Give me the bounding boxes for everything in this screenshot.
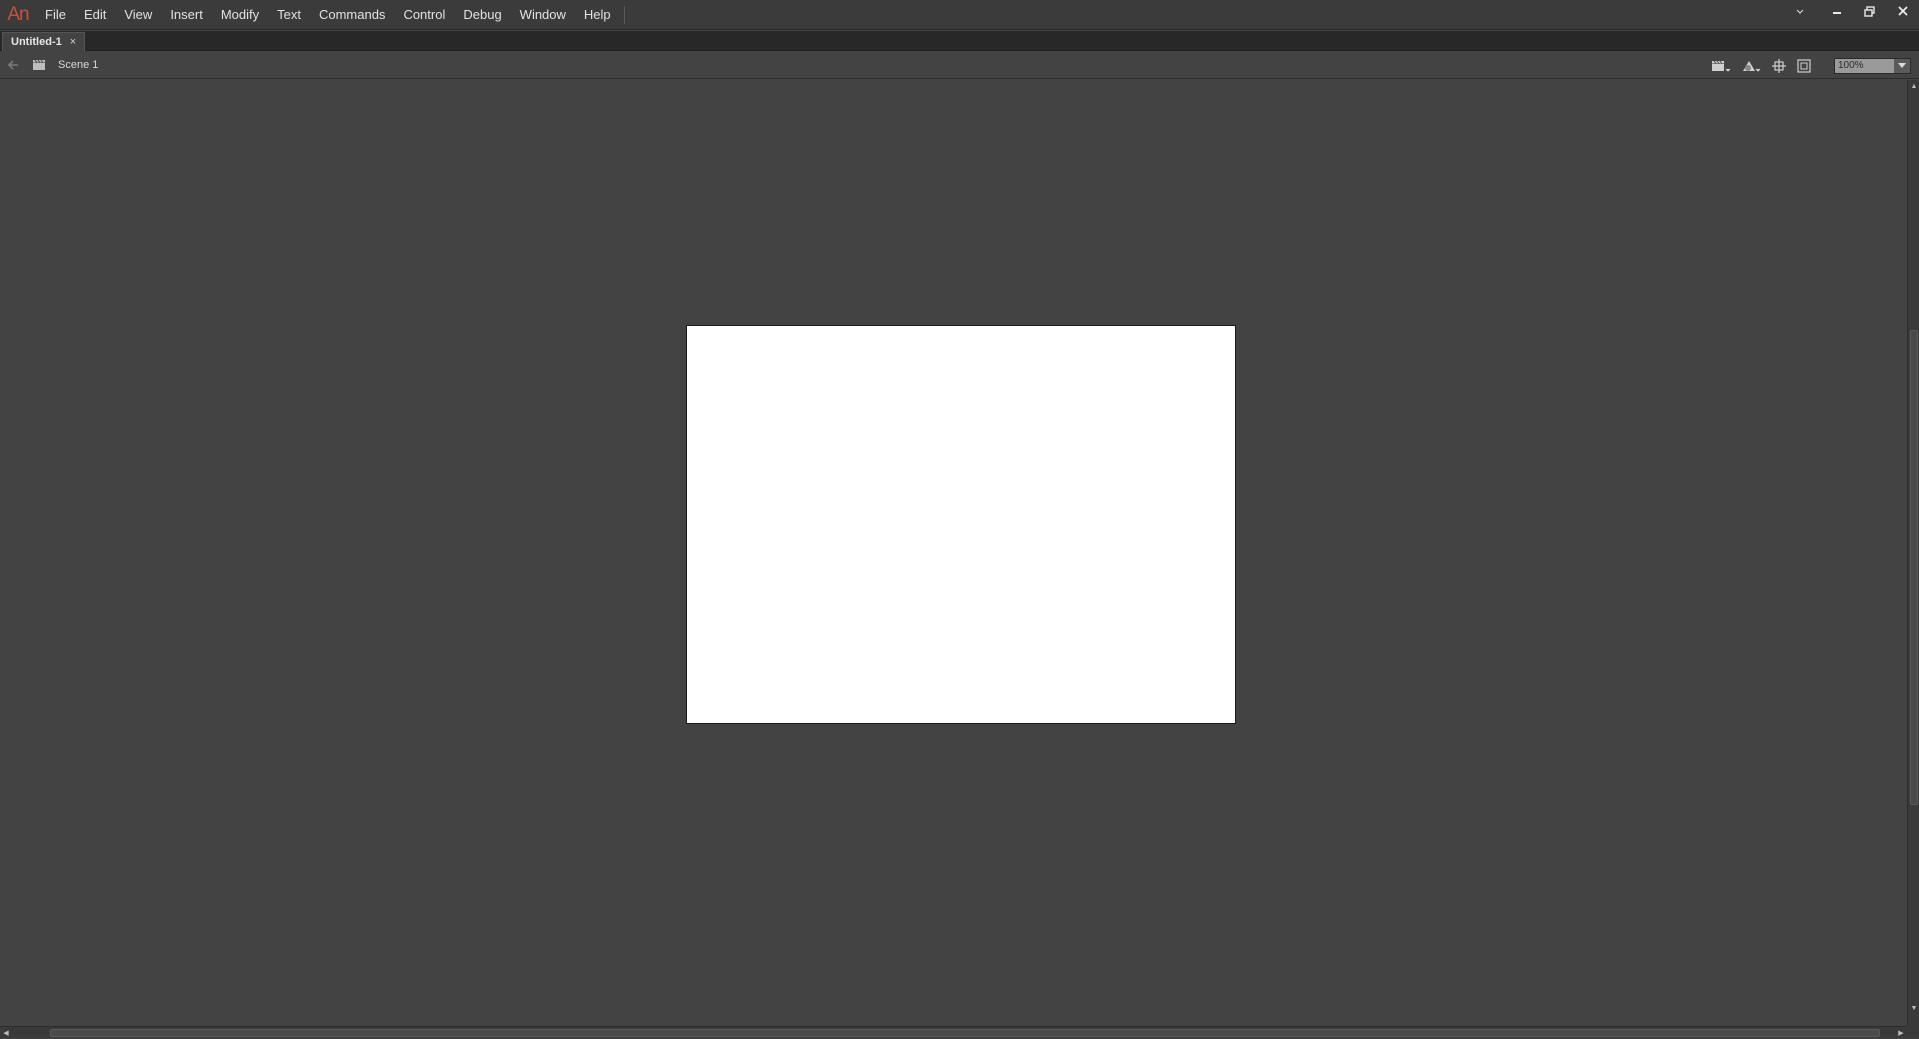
scroll-right-arrow-icon[interactable]: ▶	[1895, 1027, 1907, 1039]
menu-file[interactable]: File	[36, 0, 75, 30]
edit-scene-button[interactable]	[1706, 52, 1736, 79]
zoom-dropdown-button[interactable]	[1894, 59, 1910, 73]
horizontal-scrollbar[interactable]: ◀ ▶	[0, 1026, 1907, 1038]
zoom-input[interactable]: 100%	[1835, 59, 1894, 73]
scroll-down-arrow-icon[interactable]: ▼	[1908, 1002, 1919, 1014]
menu-debug[interactable]: Debug	[454, 0, 510, 30]
chevron-down-icon	[1796, 8, 1804, 14]
restore-icon	[1864, 6, 1875, 17]
back-arrow-icon	[7, 60, 19, 70]
vertical-scrollbar[interactable]: ▲ ▼	[1907, 80, 1919, 1026]
edit-scene-icon	[1711, 59, 1731, 73]
chevron-down-icon	[1898, 63, 1906, 68]
close-window-button[interactable]	[1886, 0, 1919, 22]
horizontal-scroll-thumb[interactable]	[50, 1029, 1880, 1037]
back-button[interactable]	[0, 52, 26, 79]
menu-separator	[624, 6, 625, 24]
menu-bar: An File Edit View Insert Modify Text Com…	[0, 0, 1919, 30]
menu-text[interactable]: Text	[268, 0, 310, 30]
crosshair-icon	[1772, 59, 1786, 73]
minimize-icon	[1832, 6, 1842, 16]
scene-clapper-icon	[26, 52, 52, 79]
scrollbar-corner	[1907, 1026, 1919, 1038]
edit-symbols-button[interactable]	[1736, 52, 1766, 79]
vertical-scroll-thumb[interactable]	[1910, 330, 1918, 805]
menu-commands[interactable]: Commands	[310, 0, 394, 30]
document-tab-label: Untitled-1	[11, 36, 62, 48]
menu-help[interactable]: Help	[575, 0, 620, 30]
menu-view[interactable]: View	[115, 0, 161, 30]
menu-window[interactable]: Window	[511, 0, 575, 30]
menu-control[interactable]: Control	[394, 0, 454, 30]
scene-label[interactable]: Scene 1	[58, 59, 98, 71]
minimize-button[interactable]	[1820, 0, 1853, 22]
edit-bar-tools: 100%	[1706, 52, 1919, 79]
menu-insert[interactable]: Insert	[161, 0, 212, 30]
edit-bar: Scene 1	[0, 52, 1919, 79]
pasteboard[interactable]	[0, 80, 1907, 1026]
zoom-combobox[interactable]: 100%	[1834, 58, 1911, 74]
document-tab-bar: Untitled-1 ×	[0, 31, 1919, 51]
clip-content-button[interactable]	[1792, 52, 1816, 79]
close-icon	[1898, 6, 1908, 16]
restore-button[interactable]	[1853, 0, 1886, 22]
center-stage-button[interactable]	[1766, 52, 1792, 79]
menu-edit[interactable]: Edit	[75, 0, 115, 30]
workspace-dropdown-button[interactable]	[1780, 0, 1820, 22]
document-tab[interactable]: Untitled-1 ×	[2, 32, 85, 51]
menu-modify[interactable]: Modify	[212, 0, 268, 30]
tab-close-icon[interactable]: ×	[70, 36, 76, 48]
app-logo[interactable]: An	[0, 0, 36, 30]
stage-canvas[interactable]	[686, 325, 1236, 724]
scroll-up-arrow-icon[interactable]: ▲	[1908, 80, 1919, 92]
window-controls	[1780, 0, 1919, 22]
clip-frame-icon	[1797, 59, 1811, 73]
menu-items: File Edit View Insert Modify Text Comman…	[36, 0, 625, 30]
edit-symbols-icon	[1741, 59, 1761, 73]
scroll-left-arrow-icon[interactable]: ◀	[0, 1027, 12, 1039]
